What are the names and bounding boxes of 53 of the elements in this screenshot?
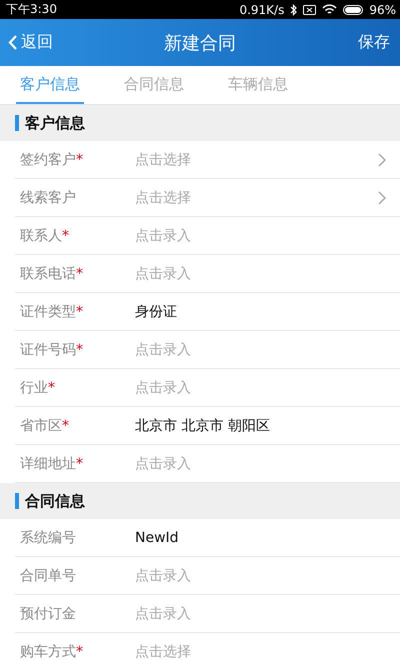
- field-placeholder: 点击录入: [135, 340, 192, 358]
- field-label: 详细地址*: [19, 454, 84, 472]
- field-label: 签约客户*: [19, 150, 84, 168]
- back-chevron-icon: [8, 35, 17, 50]
- field-placeholder: 点击录入: [135, 454, 192, 472]
- battery-percent: 96%: [369, 2, 396, 16]
- section-marker: [15, 115, 19, 131]
- form-row[interactable]: 联系人* 点击录入: [15, 217, 400, 255]
- field-placeholder: 点击录入: [135, 604, 192, 622]
- form-row[interactable]: 合同单号 点击录入: [15, 557, 400, 595]
- field-label: 购车方式*: [19, 642, 84, 660]
- form-row[interactable]: 系统编号 NewId: [15, 519, 400, 557]
- form-row[interactable]: 证件号码* 点击录入: [15, 331, 400, 369]
- battery-icon: [343, 4, 364, 14]
- form-row[interactable]: 行业* 点击录入: [15, 369, 400, 407]
- form-row[interactable]: 预付订金 点击录入: [15, 595, 400, 633]
- field-placeholder: 点击录入: [135, 566, 192, 584]
- section-title: 客户信息: [25, 114, 85, 132]
- field-placeholder: 点击选择: [135, 188, 192, 206]
- field-label: 系统编号: [19, 528, 77, 546]
- field-placeholder: 点击录入: [135, 226, 192, 244]
- field-label: 证件类型*: [19, 302, 84, 320]
- form-row[interactable]: 购车方式* 点击选择: [15, 633, 400, 666]
- status-time: 下午3:30: [6, 1, 57, 18]
- field-label: 联系人*: [19, 226, 70, 244]
- section-title: 合同信息: [25, 492, 85, 510]
- bluetooth-icon: [290, 4, 298, 16]
- back-button[interactable]: 返回: [8, 32, 53, 53]
- form-row[interactable]: 线索客户 点击选择: [15, 179, 400, 217]
- network-speed: 0.91K/s: [239, 2, 284, 16]
- field-value: NewId: [135, 530, 180, 546]
- field-label: 预付订金: [19, 604, 77, 622]
- field-label: 省市区*: [19, 416, 70, 434]
- field-value: 北京市 北京市 朝阳区: [135, 416, 271, 434]
- save-button[interactable]: 保存: [358, 32, 390, 53]
- page-title: 新建合同: [164, 32, 236, 54]
- form-row[interactable]: 省市区* 北京市 北京市 朝阳区: [15, 407, 400, 445]
- field-placeholder: 点击选择: [135, 642, 192, 660]
- form-row[interactable]: 签约客户* 点击选择: [15, 141, 400, 179]
- form-row[interactable]: 联系电话* 点击录入: [15, 255, 400, 293]
- field-label: 线索客户: [19, 188, 77, 206]
- field-placeholder: 点击选择: [135, 150, 192, 168]
- field-placeholder: 点击录入: [135, 264, 192, 282]
- section-marker: [15, 493, 19, 509]
- wifi-icon: [322, 4, 338, 15]
- field-placeholder: 点击录入: [135, 378, 192, 396]
- field-label: 合同单号: [19, 566, 77, 584]
- field-label: 联系电话*: [19, 264, 84, 282]
- sim-card-icon: [303, 4, 316, 14]
- form-row[interactable]: 证件类型* 身份证: [15, 293, 400, 331]
- field-label: 证件号码*: [19, 340, 84, 358]
- field-label: 行业*: [19, 378, 56, 396]
- field-value: 身份证: [135, 302, 178, 320]
